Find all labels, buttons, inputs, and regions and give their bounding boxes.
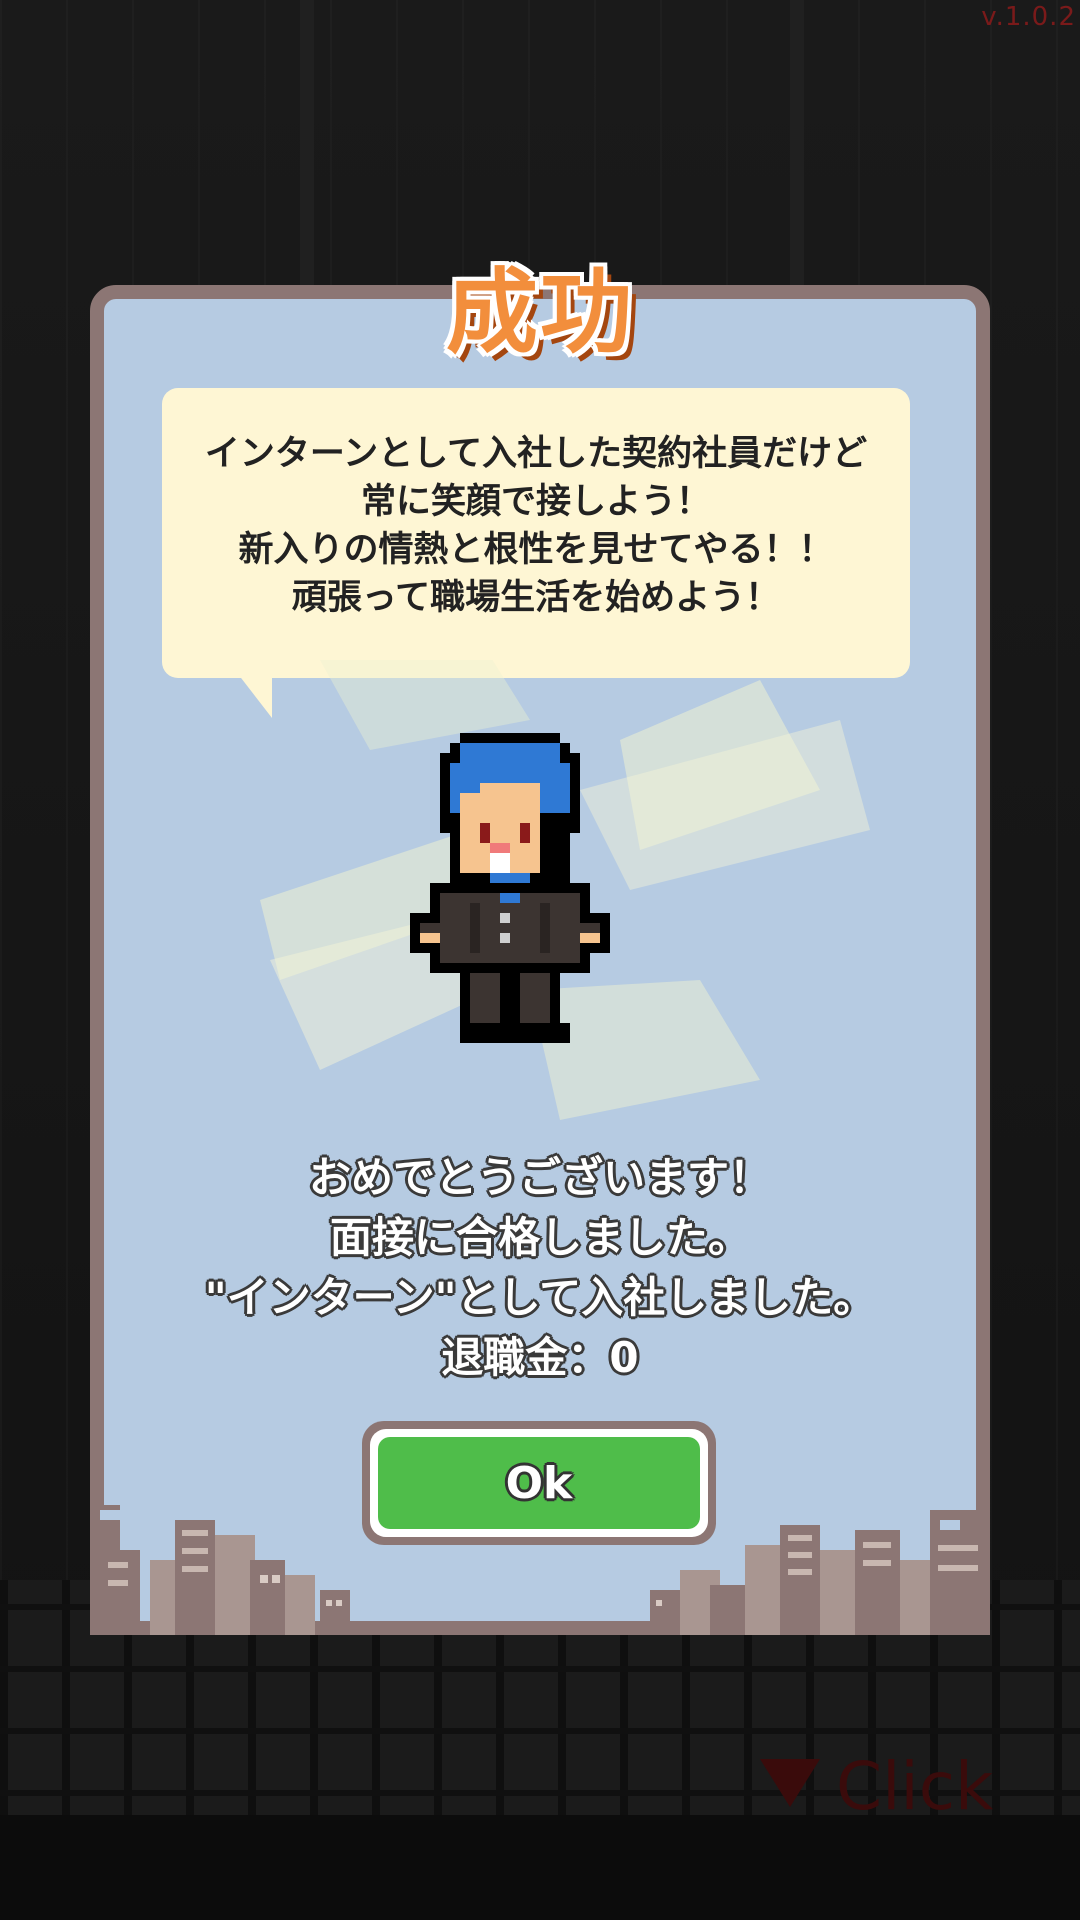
background-floor bbox=[0, 1815, 1080, 1920]
speech-line: 新入りの情熱と根性を見せてやる！！ bbox=[238, 530, 834, 570]
result-line: おめでとうございます！ bbox=[308, 1153, 771, 1202]
ok-button-label: Ok bbox=[378, 1437, 700, 1529]
click-hint[interactable]: Click bbox=[760, 1748, 993, 1825]
down-triangle-icon bbox=[760, 1759, 820, 1807]
speech-line: 頑張って職場生活を始めよう！ bbox=[291, 578, 781, 618]
speech-line: 常に笑顔で接しよう！ bbox=[360, 482, 711, 522]
ok-button[interactable]: Ok bbox=[362, 1421, 716, 1545]
game-screen[interactable]: v.1.0.2 インターンとして入社した契約社員だけど 常に笑顔で接しよう！ 新… bbox=[0, 0, 1080, 1920]
speech-line: インターンとして入社した契約社員だけど bbox=[204, 434, 868, 474]
click-hint-label: Click bbox=[836, 1748, 994, 1825]
result-line: "インターン"として入社しました。 bbox=[204, 1273, 876, 1322]
ok-button-border: Ok bbox=[370, 1429, 708, 1537]
result-message: おめでとうございます！ 面接に合格しました。 "インターン"として入社しました。… bbox=[90, 1148, 990, 1388]
version-label: v.1.0.2 bbox=[981, 2, 1076, 32]
speech-text: インターンとして入社した契約社員だけど 常に笑顔で接しよう！ 新入りの情熱と根性… bbox=[162, 430, 910, 622]
success-title: 成功 bbox=[445, 259, 634, 366]
office-worker-sprite bbox=[410, 733, 610, 1043]
result-line: 面接に合格しました。 bbox=[329, 1213, 750, 1262]
retirement-pay-line: 退職金：0 bbox=[441, 1333, 639, 1382]
